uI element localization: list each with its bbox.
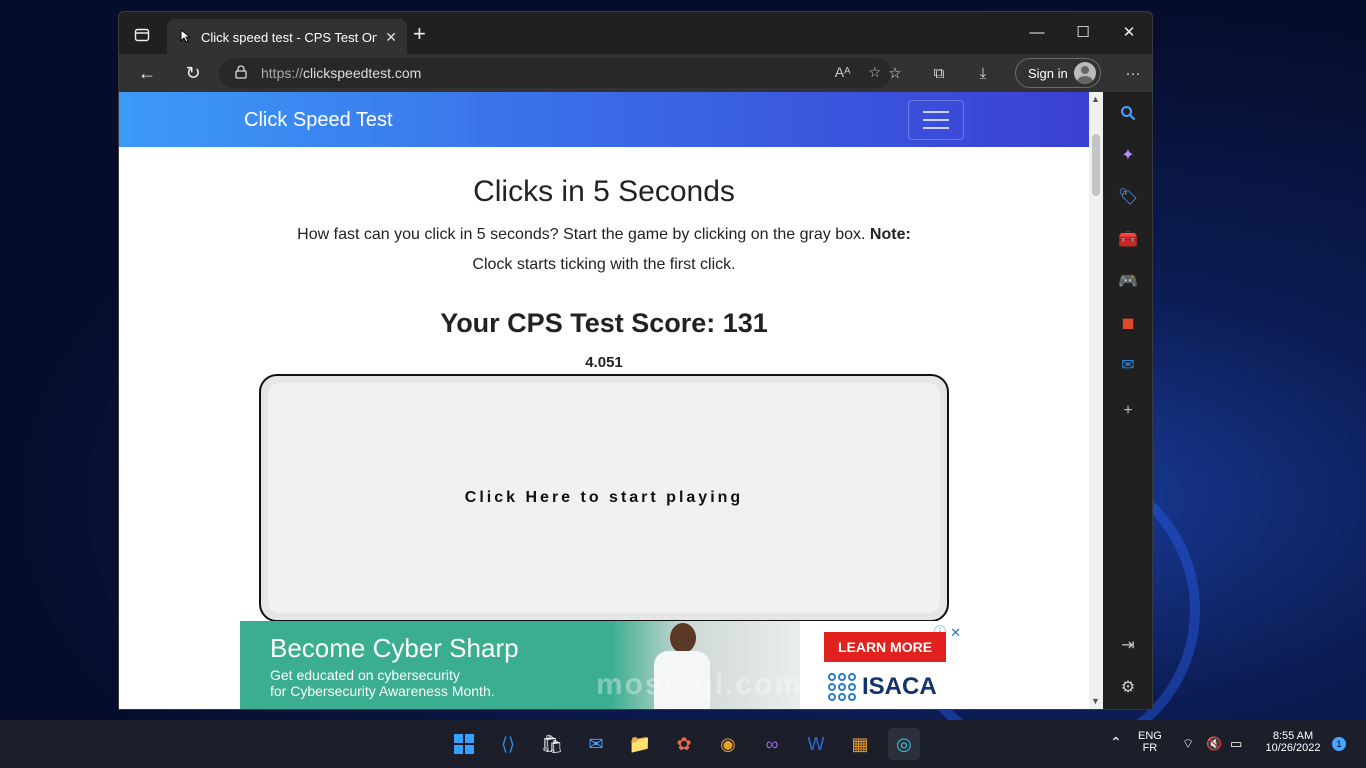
- collections-icon[interactable]: ⧉: [927, 61, 951, 85]
- maximize-icon[interactable]: ☐: [1060, 12, 1106, 52]
- new-tab-icon[interactable]: +: [413, 23, 426, 45]
- back-icon[interactable]: ←: [129, 58, 165, 88]
- window-controls: — ☐ ✕: [1014, 12, 1152, 52]
- isaca-mark-icon: [828, 673, 856, 701]
- title-bar: Click speed test - CPS Test Online ✕ + —…: [119, 12, 1152, 55]
- scroll-thumb[interactable]: [1092, 134, 1100, 196]
- sign-in-label: Sign in: [1028, 65, 1068, 81]
- favorites-icon[interactable]: ☆: [883, 61, 907, 85]
- minimize-icon[interactable]: —: [1014, 12, 1060, 52]
- description-main: How fast can you click in 5 seconds? Sta…: [297, 226, 866, 243]
- edge-sidebar: ✦ 🏷 🧰 🎮 ◼ ✉ + ⇥ ⚙: [1103, 92, 1152, 709]
- read-aloud-icon[interactable]: A͏ᴬ: [835, 64, 851, 81]
- ad-line1: Get educated on cybersecurity: [270, 667, 460, 683]
- isaca-brand: ISACA: [862, 673, 937, 700]
- add-sidebar-app-icon[interactable]: +: [1115, 398, 1141, 424]
- menu-toggle-button[interactable]: [908, 100, 964, 140]
- browser-tab[interactable]: Click speed test - CPS Test Online ✕: [167, 19, 407, 55]
- outlook-icon[interactable]: ✉: [1115, 352, 1141, 378]
- wifi-icon[interactable]: ⌔: [1182, 736, 1194, 752]
- word-icon[interactable]: W: [800, 728, 832, 760]
- photos-icon[interactable]: ▦: [844, 728, 876, 760]
- tab-title: Click speed test - CPS Test Online: [201, 29, 377, 45]
- scroll-up-icon[interactable]: ▲: [1091, 94, 1100, 104]
- score-heading: Your CPS Test Score: 131: [440, 308, 768, 338]
- clock-date: 10/26/2022: [1265, 742, 1321, 754]
- file-explorer-icon[interactable]: 📁: [624, 728, 656, 760]
- click-area[interactable]: Click Here to start playing: [259, 374, 949, 622]
- show-hidden-icons[interactable]: ⌃: [1110, 734, 1122, 751]
- keyboard-layout: FR: [1142, 742, 1158, 754]
- shopping-tag-icon[interactable]: 🏷: [1115, 184, 1141, 210]
- page-description: How fast can you click in 5 seconds? Sta…: [259, 220, 949, 280]
- ad-title: Become Cyber Sharp: [270, 633, 519, 663]
- store-icon[interactable]: 🛍: [536, 728, 568, 760]
- mail-icon[interactable]: ✉: [580, 728, 612, 760]
- more-options-icon[interactable]: ···: [1121, 61, 1145, 85]
- downloads-icon[interactable]: ⤓: [971, 61, 995, 85]
- notification-badge[interactable]: 1: [1332, 737, 1346, 751]
- timer-value: 4.051: [585, 354, 623, 371]
- clock[interactable]: 8:55 AM 10/26/2022: [1260, 730, 1326, 754]
- description-note-label: Note:: [869, 226, 911, 243]
- avatar: [1074, 62, 1096, 84]
- cursor-favicon-icon: [177, 28, 193, 47]
- page-title: Clicks in 5 Seconds: [473, 175, 735, 208]
- site-brand[interactable]: Click Speed Test: [244, 109, 393, 132]
- browser-toolbar: ← ↻ https:// clickspeedtest.com A͏ᴬ ☆ ☆ …: [119, 54, 1152, 92]
- address-host: clickspeedtest.com: [303, 65, 422, 81]
- volume-muted-icon[interactable]: 🔇: [1206, 736, 1222, 752]
- isaca-logo: ISACA: [828, 673, 937, 701]
- games-icon[interactable]: 🎮: [1115, 268, 1141, 294]
- battery-icon[interactable]: ▭: [1230, 736, 1242, 752]
- clock-time: 8:55 AM: [1272, 730, 1314, 742]
- ad-cta-panel: ⓘ ✕ LEARN MORE ISACA: [800, 621, 967, 709]
- tab-actions-icon[interactable]: [129, 22, 155, 48]
- add-favorite-icon[interactable]: ☆: [868, 64, 881, 81]
- toolbar-right: ☆ ⧉ ⤓ Sign in ···: [883, 58, 1145, 88]
- taskbar: ⟨⟩ 🛍 ✉ 📁 ✿ ◉ ∞ W ▦ ◎ ⌃ ENG FR ⌔ 🔇 ▭ 8:55…: [0, 720, 1366, 768]
- address-protocol: https://: [261, 65, 304, 81]
- vscode-icon[interactable]: ⟨⟩: [492, 728, 524, 760]
- page-viewport: Click Speed Test Clicks in 5 Seconds How…: [119, 92, 1089, 709]
- scroll-down-icon[interactable]: ▼: [1091, 696, 1100, 706]
- office-icon[interactable]: ◼: [1115, 310, 1141, 336]
- search-icon[interactable]: [1115, 100, 1141, 126]
- browser-window: Click speed test - CPS Test Online ✕ + —…: [118, 11, 1153, 710]
- language-indicator[interactable]: ENG FR: [1138, 730, 1162, 754]
- language-code: ENG: [1138, 730, 1162, 742]
- address-icons: A͏ᴬ ☆: [835, 64, 881, 81]
- visual-studio-icon[interactable]: ∞: [756, 728, 788, 760]
- watermark: mostaql.com: [596, 668, 804, 701]
- page-scrollbar[interactable]: ▲ ▼: [1089, 92, 1103, 709]
- address-bar[interactable]: https:// clickspeedtest.com A͏ᴬ ☆: [219, 58, 891, 88]
- site-navbar: Click Speed Test: [119, 92, 1089, 147]
- tab-close-icon[interactable]: ✕: [385, 29, 397, 46]
- tools-briefcase-icon[interactable]: 🧰: [1115, 226, 1141, 252]
- figma-icon[interactable]: ✿: [668, 728, 700, 760]
- ad-line2: for Cybersecurity Awareness Month.: [270, 683, 495, 699]
- chrome-icon[interactable]: ◉: [712, 728, 744, 760]
- edge-icon[interactable]: ◎: [888, 728, 920, 760]
- sign-in-button[interactable]: Sign in: [1015, 58, 1101, 88]
- learn-more-button[interactable]: LEARN MORE: [824, 632, 946, 662]
- close-window-icon[interactable]: ✕: [1106, 12, 1152, 52]
- refresh-icon[interactable]: ↻: [175, 58, 211, 88]
- sidebar-settings-icon[interactable]: ⚙: [1115, 674, 1141, 700]
- lock-icon: [235, 64, 247, 82]
- hide-sidebar-icon[interactable]: ⇥: [1115, 632, 1141, 658]
- discover-sparkle-icon[interactable]: ✦: [1115, 142, 1141, 168]
- start-icon[interactable]: [448, 728, 480, 760]
- click-area-label: Click Here to start playing: [268, 383, 940, 613]
- description-note-text: Clock starts ticking with the first clic…: [472, 256, 736, 273]
